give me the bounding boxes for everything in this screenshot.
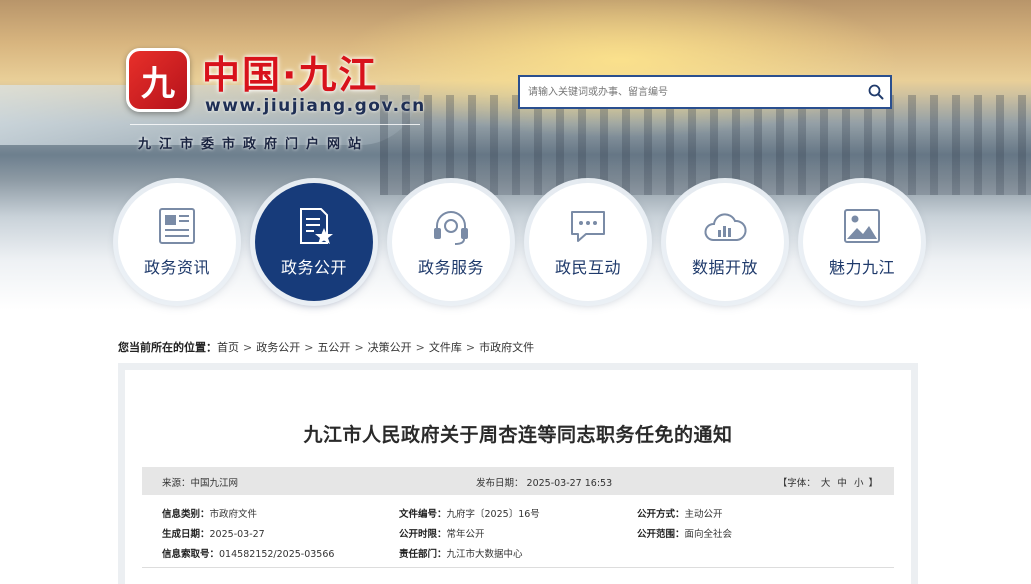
breadcrumb-prefix: 您当前所在的位置： (118, 341, 217, 354)
article-meta-bar: 来源：中国九江网 发布日期： 2025-03-27 16:53 【字体： 大 中… (142, 467, 894, 495)
nav-label: 政务服务 (417, 258, 484, 277)
info-index: 信息索取号：014582152/2025-03566 (162, 546, 334, 560)
info-value: 常年公开 (446, 529, 485, 540)
info-row: 信息类别：市政府文件 文件编号：九府字〔2025〕16号 公开方式：主动公开 (142, 503, 894, 523)
nav-label: 魅力九江 (828, 258, 895, 277)
nav-item-charm-jiujiang[interactable]: 魅力九江 (803, 183, 921, 301)
info-row: 生成日期：2025-03-27 公开时限：常年公开 公开范围：面向全社会 (142, 523, 894, 543)
info-created: 生成日期：2025-03-27 (162, 526, 265, 540)
main-nav: 政务资讯 政务公开 政务服务 政民互动 数据开放 魅力九江 (118, 183, 921, 301)
document-star-icon (300, 208, 333, 244)
site-title[interactable]: 中国·九江 (202, 44, 378, 99)
info-value: 2025-03-27 (209, 529, 265, 540)
site-subtitle: 九江市委市政府门户网站 (138, 137, 370, 152)
search-box (518, 75, 892, 109)
info-value: 014582152/2025-03566 (219, 549, 335, 560)
info-key: 生成日期： (162, 529, 210, 540)
nav-item-interaction[interactable]: 政民互动 (529, 183, 647, 301)
nav-item-affairs-public[interactable]: 政务公开 (255, 183, 373, 301)
search-input[interactable] (520, 77, 862, 107)
info-category: 信息类别：市政府文件 (162, 506, 257, 520)
info-dept: 责任部门：九江市大数据中心 (399, 546, 523, 560)
info-key: 公开范围： (637, 529, 685, 540)
info-key: 信息类别： (162, 509, 210, 520)
search-icon (868, 84, 884, 100)
nav-label: 数据开放 (691, 258, 758, 277)
nav-item-services[interactable]: 政务服务 (392, 183, 510, 301)
nav-item-open-data[interactable]: 数据开放 (666, 183, 784, 301)
breadcrumb-separator: > (304, 340, 314, 354)
info-key: 公开方式： (637, 509, 685, 520)
info-key: 信息索取号： (162, 549, 220, 560)
info-value: 九府字〔2025〕16号 (446, 509, 540, 520)
info-docno: 文件编号：九府字〔2025〕16号 (399, 506, 540, 520)
info-key: 责任部门： (399, 549, 447, 560)
font-size-suffix: 】 (868, 478, 878, 489)
breadcrumb-item[interactable]: 五公开 (317, 339, 350, 355)
breadcrumb-item[interactable]: 决策公开 (368, 339, 412, 355)
breadcrumb-item[interactable]: 市政府文件 (479, 339, 534, 355)
info-value: 九江市大数据中心 (446, 549, 523, 560)
info-method: 公开方式：主动公开 (637, 506, 723, 520)
logo-divider (130, 124, 420, 125)
logo-glyph: 九 (141, 63, 175, 104)
breadcrumb-separator: > (354, 340, 364, 354)
nav-item-news[interactable]: 政务资讯 (118, 183, 236, 301)
article-panel: 九江市人民政府关于周杏连等同志职务任免的通知 来源：中国九江网 发布日期： 20… (125, 370, 911, 584)
font-small-button[interactable]: 小 (854, 478, 864, 489)
info-period: 公开时限：常年公开 (399, 526, 485, 540)
info-row: 信息索取号：014582152/2025-03566 责任部门：九江市大数据中心 (142, 543, 894, 563)
breadcrumb-item[interactable]: 政务公开 (256, 339, 300, 355)
font-large-button[interactable]: 大 (821, 478, 831, 489)
article-source: 来源：中国九江网 (162, 478, 239, 489)
newspaper-icon (159, 208, 195, 244)
info-value: 市政府文件 (209, 509, 258, 520)
breadcrumb-separator: > (465, 340, 476, 354)
headset-icon (434, 211, 468, 245)
breadcrumb: 您当前所在的位置： 首页 > 政务公开 > 五公开 > 决策公开 > 文件库 >… (118, 339, 534, 355)
article-frame: 九江市人民政府关于周杏连等同志职务任免的通知 来源：中国九江网 发布日期： 20… (118, 363, 918, 584)
breadcrumb-separator: > (243, 340, 253, 354)
font-medium-button[interactable]: 中 (837, 478, 847, 489)
chat-bubble-icon (571, 211, 605, 242)
nav-label: 政务公开 (280, 258, 347, 277)
nav-label: 政民互动 (554, 258, 621, 277)
info-value: 面向全社会 (684, 529, 733, 540)
site-url: www.jiujiang.gov.cn (205, 96, 426, 116)
nav-label: 政务资讯 (143, 258, 210, 277)
search-button[interactable] (862, 77, 890, 107)
info-key: 文件编号： (399, 509, 447, 520)
article-info-grid: 信息类别：市政府文件 文件编号：九府字〔2025〕16号 公开方式：主动公开 生… (142, 503, 894, 563)
breadcrumb-item[interactable]: 首页 (217, 339, 239, 355)
font-size-prefix: 【字体： (777, 478, 816, 489)
cloud-chart-icon (704, 213, 747, 241)
article-date: 发布日期： 2025-03-27 16:53 (476, 478, 613, 489)
info-scope: 公开范围：面向全社会 (637, 526, 732, 540)
image-icon (844, 209, 880, 243)
info-divider (142, 567, 894, 568)
banner-skyline-decor (380, 95, 1031, 195)
article-title: 九江市人民政府关于周杏连等同志职务任免的通知 (303, 424, 733, 446)
breadcrumb-item[interactable]: 文件库 (429, 339, 462, 355)
breadcrumb-separator: > (415, 340, 425, 354)
site-logo[interactable]: 九 (126, 48, 190, 112)
font-size-switcher: 【字体： 大 中 小 】 (778, 475, 878, 489)
info-value: 主动公开 (684, 509, 723, 520)
info-key: 公开时限： (399, 529, 447, 540)
